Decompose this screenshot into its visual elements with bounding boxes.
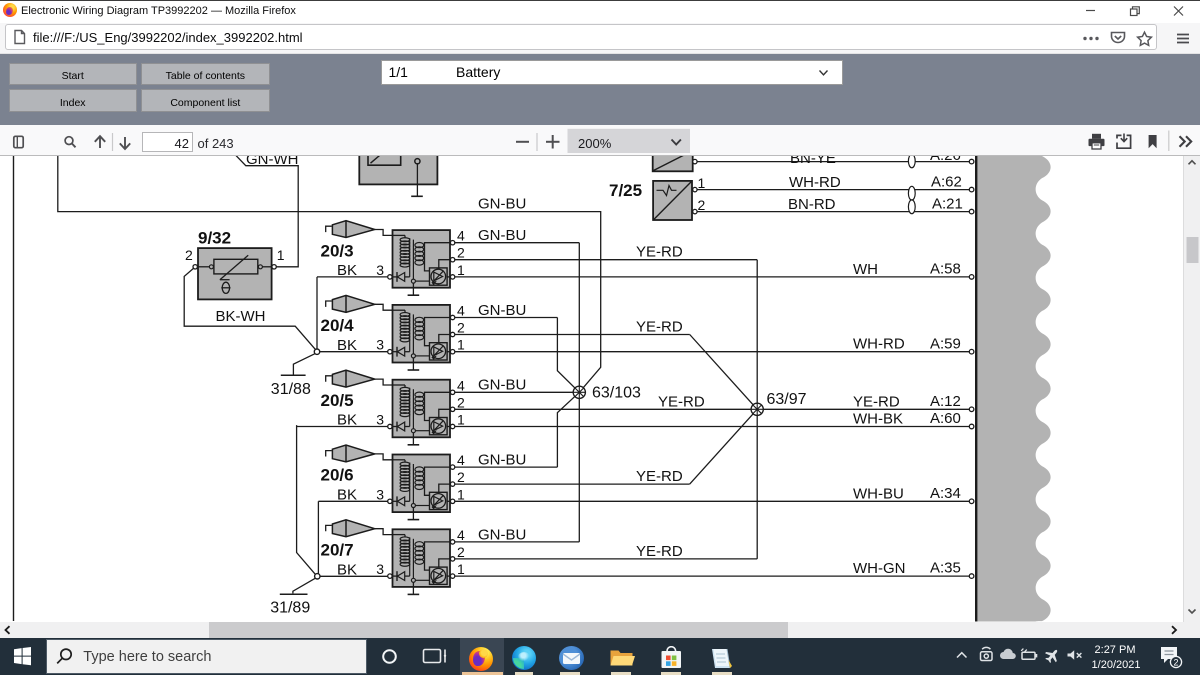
svg-text:YE-RD: YE-RD — [636, 244, 683, 261]
svg-text:1: 1 — [277, 247, 285, 263]
svg-text:20/5: 20/5 — [321, 391, 354, 410]
svg-text:9/32: 9/32 — [198, 229, 231, 248]
svg-text:A:62: A:62 — [931, 174, 962, 191]
svg-text:A:34: A:34 — [930, 485, 961, 502]
svg-text:2: 2 — [698, 197, 706, 213]
svg-text:of 243: of 243 — [198, 136, 234, 151]
svg-text:7/25: 7/25 — [609, 181, 642, 200]
svg-text:63/97: 63/97 — [767, 391, 807, 408]
svg-text:200%: 200% — [578, 136, 612, 151]
svg-text:A:21: A:21 — [932, 196, 963, 213]
svg-text:20/3: 20/3 — [321, 241, 354, 260]
svg-text:A:60: A:60 — [930, 410, 961, 427]
svg-text:2: 2 — [185, 247, 193, 263]
svg-text:WH-RD: WH-RD — [853, 336, 905, 353]
svg-text:GN-WH: GN-WH — [246, 156, 299, 168]
svg-text:A:12: A:12 — [930, 393, 961, 410]
svg-text:20/7: 20/7 — [321, 541, 354, 560]
svg-text:20/6: 20/6 — [321, 466, 354, 485]
svg-text:YE-RD: YE-RD — [636, 468, 683, 485]
svg-text:42: 42 — [175, 136, 189, 151]
svg-text:1: 1 — [698, 175, 706, 191]
svg-text:WH: WH — [853, 261, 878, 278]
svg-text:YE-RD: YE-RD — [636, 319, 683, 336]
svg-text:WH-BK: WH-BK — [853, 411, 903, 428]
svg-text:WH-GN: WH-GN — [853, 560, 906, 577]
svg-text:YE-RD: YE-RD — [658, 394, 705, 411]
svg-text:BK-WH: BK-WH — [216, 308, 266, 325]
svg-text:YE-RD: YE-RD — [636, 543, 683, 560]
svg-text:WH-BU: WH-BU — [853, 485, 904, 502]
svg-text:A:59: A:59 — [930, 335, 961, 352]
svg-text:A:26: A:26 — [930, 156, 961, 164]
svg-text:WH-RD: WH-RD — [789, 174, 841, 191]
svg-text:YE-RD: YE-RD — [853, 393, 900, 410]
svg-text:2: 2 — [1173, 657, 1178, 667]
svg-text:20/4: 20/4 — [321, 316, 355, 335]
svg-text:63/103: 63/103 — [592, 385, 641, 402]
svg-text:BN-RD: BN-RD — [788, 196, 836, 213]
svg-text:A:35: A:35 — [930, 560, 961, 577]
svg-text:31/88: 31/88 — [271, 381, 311, 398]
svg-text:GN-BU: GN-BU — [478, 196, 526, 213]
svg-text:A:58: A:58 — [930, 261, 961, 278]
svg-text:31/89: 31/89 — [270, 600, 310, 617]
svg-text:BN-YE: BN-YE — [790, 156, 836, 167]
